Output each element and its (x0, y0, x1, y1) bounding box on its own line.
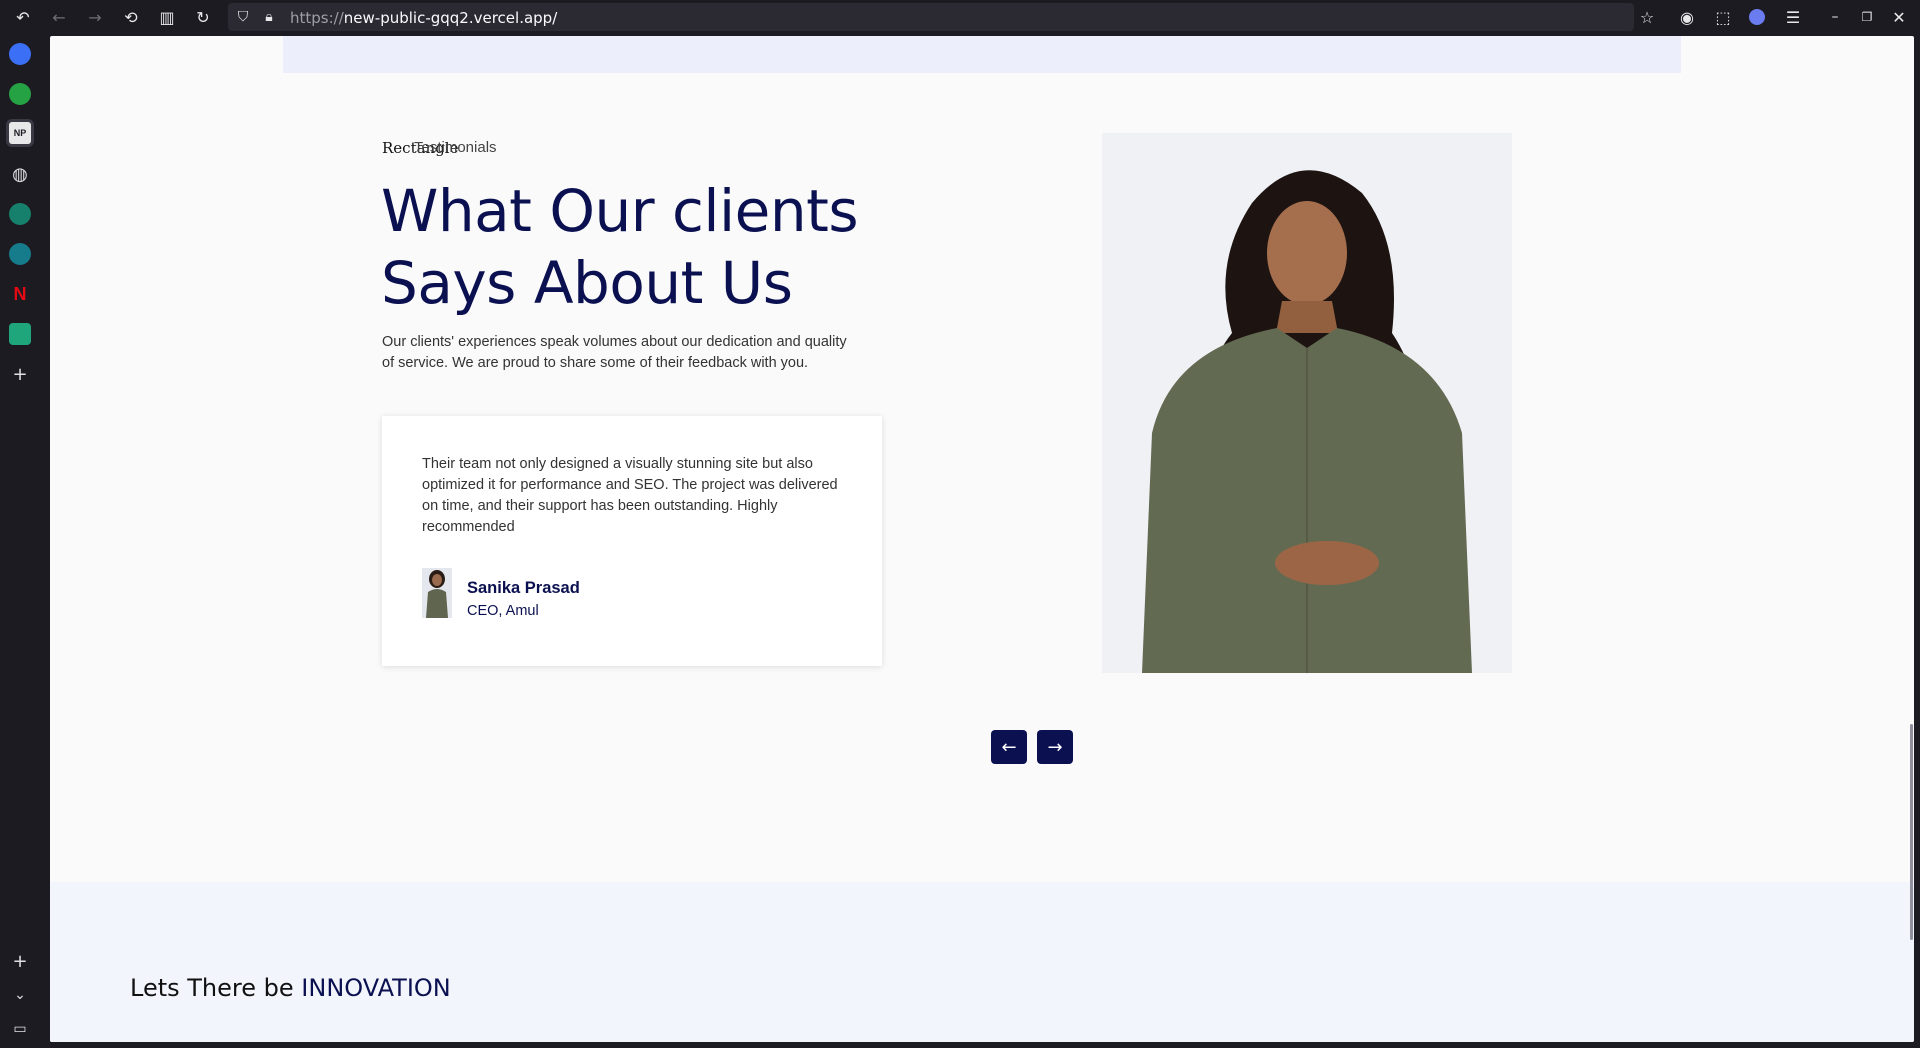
app-icon-3[interactable] (9, 323, 31, 345)
innovation-tagline: Lets There be INNOVATION (130, 974, 451, 1002)
testimonial-card: Their team not only designed a visually … (382, 416, 882, 666)
minimize-icon[interactable]: – (1824, 6, 1846, 28)
tray-icon[interactable]: ▭ (9, 1018, 31, 1040)
section-lead: Our clients' experiences speak volumes a… (382, 334, 847, 371)
author-name: Sanika Prasad (467, 579, 580, 597)
add-tab-icon[interactable]: + (9, 363, 31, 385)
bookmark-star-icon[interactable]: ☆ (1636, 6, 1658, 28)
heading-line-2: Says About Us (381, 249, 793, 317)
testimonial-photo (1102, 133, 1512, 673)
url-text[interactable]: https://new-public-gqq2.vercel.app/ (290, 9, 557, 27)
profile-avatar-icon[interactable] (1746, 6, 1768, 28)
lock-icon: 🔒︎ (265, 9, 273, 25)
netflix-icon[interactable]: N (9, 283, 31, 305)
next-testimonial-button[interactable]: → (1037, 730, 1073, 764)
github-icon[interactable]: ◍ (9, 163, 31, 185)
page-scrollbar[interactable] (1910, 724, 1913, 940)
arrow-right-icon: → (1047, 736, 1063, 758)
top-band (283, 36, 1681, 73)
author-avatar (422, 568, 452, 618)
undo-icon[interactable]: ↶ (12, 6, 34, 28)
testimonial-quote: Their team not only designed a visually … (422, 456, 838, 535)
address-bar[interactable]: ⛉ 🔒︎ https://new-public-gqq2.vercel.app/ (228, 3, 1634, 31)
section-heading: What Our clients Says About Us (381, 175, 941, 319)
innovation-section (50, 882, 1914, 1042)
forward-icon[interactable]: → (84, 6, 106, 28)
heading-line-1: What Our clients (381, 177, 859, 245)
add-icon[interactable]: + (9, 950, 31, 972)
menu-icon[interactable]: ☰ (1782, 6, 1804, 28)
author-role: CEO, Amul (467, 603, 539, 619)
browser-toolbar: ↶ ← → ⟲ ▥ ↻ ⛉ 🔒︎ https://new-public-gqq2… (0, 0, 1920, 34)
app-launcher-icon[interactable] (9, 43, 31, 65)
app-icon-2[interactable] (9, 243, 31, 265)
sidebar-toggle-icon[interactable]: ▥ (156, 6, 178, 28)
account-icon[interactable]: ◉ (1676, 6, 1698, 28)
close-window-icon[interactable]: ✕ (1888, 6, 1910, 28)
shield-icon[interactable]: ⛉ (232, 6, 254, 28)
section-tag: Testimonials (414, 139, 497, 156)
np-site-tab-icon[interactable]: NP (9, 122, 31, 144)
extensions-icon[interactable]: ⬚ (1712, 6, 1734, 28)
back-icon[interactable]: ← (48, 6, 70, 28)
restore-icon[interactable]: ❐ (1856, 6, 1878, 28)
sync-icon[interactable]: ⟲ (120, 6, 142, 28)
reload-icon[interactable]: ↻ (192, 6, 214, 28)
browser-sidebar: NP ◍ N + + ⌄ ▭ (0, 34, 40, 1048)
arrow-left-icon: ← (1001, 736, 1017, 758)
chevron-down-icon[interactable]: ⌄ (9, 984, 31, 1006)
app-icon[interactable] (9, 203, 31, 225)
prev-testimonial-button[interactable]: ← (991, 730, 1027, 764)
whatsapp-icon[interactable] (9, 83, 31, 105)
page-viewport: Rectangle Testimonials What Our clients … (50, 36, 1914, 1042)
